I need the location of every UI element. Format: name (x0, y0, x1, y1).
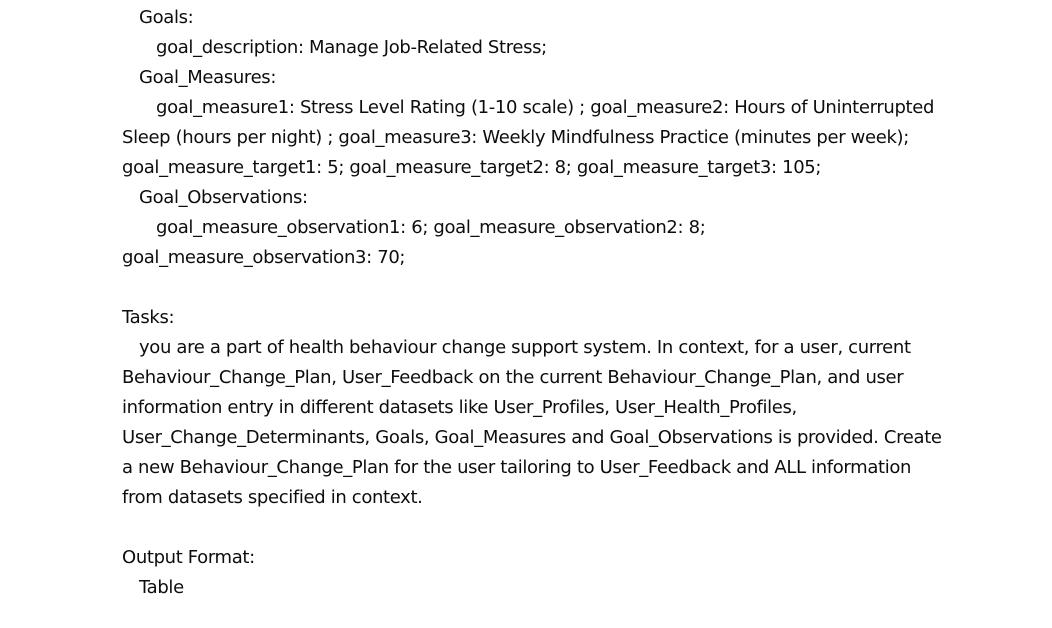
goal-description: goal_description: Manage Job-Related Str… (156, 37, 547, 58)
prompt-document: Goals: goal_description: Manage Job-Rela… (122, 3, 942, 603)
tasks-body: you are a part of health behaviour chang… (122, 337, 942, 508)
tasks-heading: Tasks: (122, 307, 175, 328)
goal-observations-line: goal_measure_observation3: 70; (122, 247, 406, 268)
output-format-value: Table (139, 577, 184, 598)
goals-heading: Goals: (139, 7, 194, 28)
goal-measures-heading: Goal_Measures: (139, 67, 277, 88)
goal-measures-line: goal_measure1: Stress Level Rating (1-10… (156, 97, 935, 118)
goal-observations-line: goal_measure_observation1: 6; goal_measu… (156, 217, 706, 238)
output-format-heading: Output Format: (122, 547, 255, 568)
goal-observations-heading: Goal_Observations: (139, 187, 308, 208)
goal-measure-targets: goal_measure_target1: 5; goal_measure_ta… (122, 157, 822, 178)
goal-measures-line: Sleep (hours per night) ; goal_measure3:… (122, 127, 909, 148)
